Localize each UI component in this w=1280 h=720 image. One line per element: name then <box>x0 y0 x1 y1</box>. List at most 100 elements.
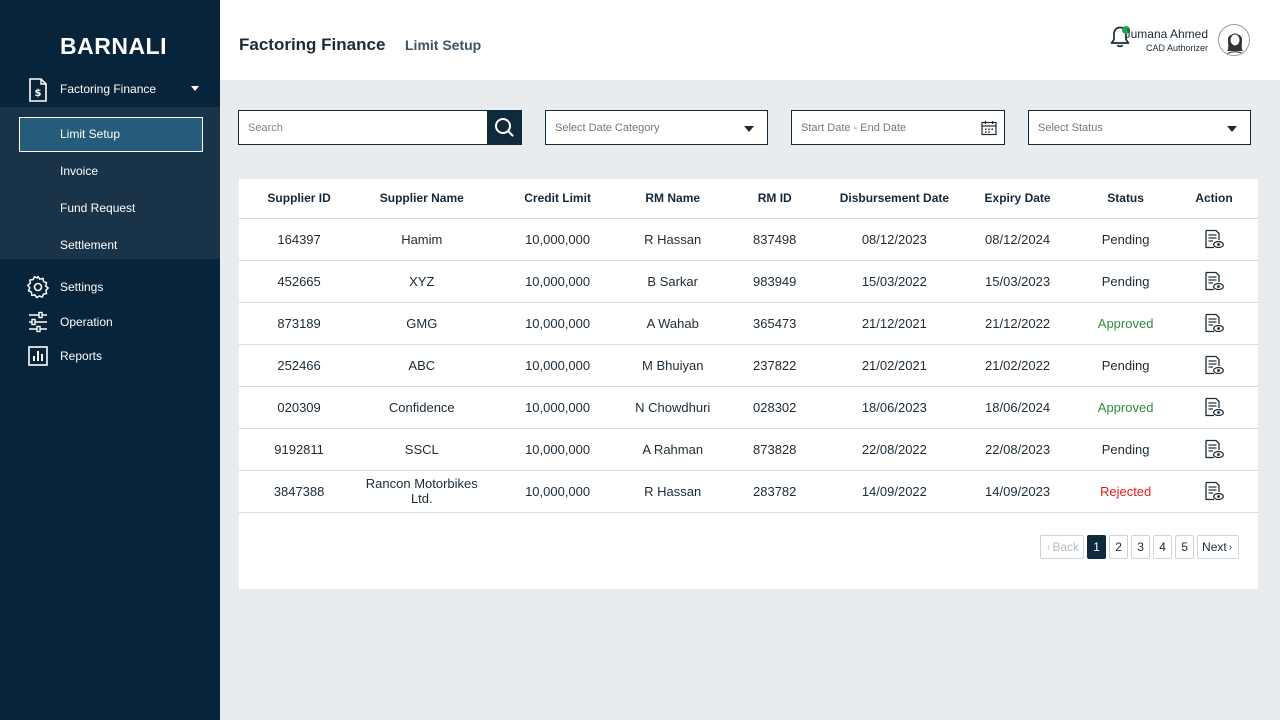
calendar-icon <box>981 121 997 136</box>
page-button-3[interactable]: 3 <box>1131 535 1151 559</box>
cell-status: Pending <box>1081 260 1171 303</box>
col-expiry-date[interactable]: Expiry Date <box>953 179 1082 219</box>
cell-rm-name: R Hassan <box>630 218 715 261</box>
page-title: Factoring Finance <box>239 35 386 54</box>
cell-supplier-name: XYZ <box>359 260 485 303</box>
col-rm-name[interactable]: RM Name <box>630 179 715 219</box>
view-document-icon[interactable] <box>1204 355 1224 375</box>
limit-table-panel: Supplier ID Supplier Name Credit Limit R… <box>239 179 1258 589</box>
cell-action <box>1170 218 1258 261</box>
cell-action <box>1170 302 1258 345</box>
sidebar-item-label: Settings <box>60 280 104 294</box>
sidebar-item-operation[interactable]: Operation <box>0 307 220 337</box>
cell-status: Pending <box>1081 218 1171 261</box>
page-button-2[interactable]: 2 <box>1109 535 1129 559</box>
sliders-icon <box>29 311 47 333</box>
cell-disbursement-date: 22/08/2022 <box>834 428 954 471</box>
cell-supplier-name: GMG <box>359 302 485 345</box>
user-avatar-icon <box>1225 33 1245 55</box>
submenu-factoring-finance: Limit Setup Invoice Fund Request Settlem… <box>0 107 220 259</box>
sidebar-item-limit-setup[interactable]: Limit Setup <box>19 117 203 152</box>
limit-setup-table: Supplier ID Supplier Name Credit Limit R… <box>239 179 1258 513</box>
cell-action <box>1170 344 1258 387</box>
sidebar-item-fund-request[interactable]: Fund Request <box>60 201 135 215</box>
cell-status: Rejected <box>1081 470 1171 513</box>
view-document-icon[interactable] <box>1204 481 1224 501</box>
cell-expiry-date: 15/03/2023 <box>953 260 1082 303</box>
cell-expiry-date: 21/12/2022 <box>953 302 1082 345</box>
cell-action <box>1170 428 1258 471</box>
table-row: 164397 Hamim 10,000,000 R Hassan 837498 08/12… <box>239 218 1258 261</box>
sidebar-item-label: Reports <box>60 349 103 363</box>
avatar[interactable] <box>1218 24 1250 56</box>
sidebar-item-label: Operation <box>60 315 113 329</box>
col-rm-id[interactable]: RM ID <box>714 179 835 219</box>
sidebar-item-settings[interactable]: Settings <box>0 272 220 302</box>
view-document-icon[interactable] <box>1204 313 1224 333</box>
cell-status: Pending <box>1081 428 1171 471</box>
page-button-5[interactable]: 5 <box>1175 535 1195 559</box>
col-supplier-id[interactable]: Supplier ID <box>239 179 360 219</box>
cell-action <box>1170 470 1258 513</box>
brand-logo: BARNALI <box>60 33 167 59</box>
cell-disbursement-date: 18/06/2023 <box>834 386 954 429</box>
cell-status: Approved <box>1081 386 1171 429</box>
table-row: 3847388 Rancon Motorbikes Ltd. 10,000,000 R… <box>239 470 1258 513</box>
sidebar-section-label: Factoring Finance <box>60 82 157 96</box>
user-role: CAD Authorizer <box>1145 43 1208 53</box>
view-document-icon[interactable] <box>1204 229 1224 249</box>
chevron-right-icon: › <box>1228 541 1233 553</box>
page-button-1[interactable]: 1 <box>1087 535 1107 559</box>
breadcrumb: Limit Setup <box>405 37 482 53</box>
date-range-picker[interactable]: Start Date - End Date <box>791 110 1005 145</box>
col-supplier-name[interactable]: Supplier Name <box>359 179 485 219</box>
cell-supplier-id: 9192811 <box>239 428 360 471</box>
cell-rm-id: 873828 <box>714 428 835 471</box>
search-button[interactable] <box>487 111 521 144</box>
cell-disbursement-date: 21/02/2021 <box>834 344 954 387</box>
cell-expiry-date: 08/12/2024 <box>953 218 1082 261</box>
chevron-left-icon: ‹ <box>1047 541 1051 553</box>
cell-rm-name: A Wahab <box>630 302 715 345</box>
sidebar-item-reports[interactable]: Reports <box>0 341 220 371</box>
cell-supplier-id: 873189 <box>239 302 360 345</box>
view-document-icon[interactable] <box>1204 397 1224 417</box>
search-input[interactable] <box>239 111 488 144</box>
cell-supplier-id: 452665 <box>239 260 360 303</box>
sidebar-section-factoring-finance[interactable]: $ Factoring Finance <box>0 74 220 106</box>
col-status[interactable]: Status <box>1081 179 1171 219</box>
cell-credit-limit: 10,000,000 <box>484 470 631 513</box>
table-header-row: Supplier ID Supplier Name Credit Limit R… <box>239 179 1258 219</box>
sidebar-item-invoice[interactable]: Invoice <box>60 164 98 178</box>
table-row: 873189 GMG 10,000,000 A Wahab 365473 21/12/20… <box>239 302 1258 345</box>
col-credit-limit[interactable]: Credit Limit <box>484 179 631 219</box>
table-row: 9192811 SSCL 10,000,000 A Rahman 873828 22/08… <box>239 428 1258 471</box>
cell-credit-limit: 10,000,000 <box>484 386 631 429</box>
cell-supplier-id: 020309 <box>239 386 360 429</box>
cell-rm-id: 837498 <box>714 218 835 261</box>
cell-rm-id: 983949 <box>714 260 835 303</box>
date-category-select[interactable]: Select Date Category <box>545 110 768 145</box>
status-value: Select Status <box>1038 122 1103 134</box>
col-disbursement-date[interactable]: Disbursement Date <box>834 179 954 219</box>
cell-supplier-id: 3847388 <box>239 470 360 513</box>
cell-credit-limit: 10,000,000 <box>484 428 631 471</box>
view-document-icon[interactable] <box>1204 439 1224 459</box>
next-label: Next <box>1202 540 1227 554</box>
top-header: Factoring Finance Limit Setup Jumana Ahm… <box>220 0 1280 80</box>
cell-supplier-name: SSCL <box>359 428 485 471</box>
status-select[interactable]: Select Status <box>1028 110 1251 145</box>
caret-down-icon <box>1227 126 1237 132</box>
pagination-next-button[interactable]: Next › <box>1197 535 1240 559</box>
cell-disbursement-date: 14/09/2022 <box>834 470 954 513</box>
cell-rm-id: 237822 <box>714 344 835 387</box>
cell-supplier-name: Hamim <box>359 218 485 261</box>
cell-status: Pending <box>1081 344 1171 387</box>
page-button-4[interactable]: 4 <box>1153 535 1173 559</box>
document-money-icon: $ <box>29 78 47 102</box>
cell-credit-limit: 10,000,000 <box>484 218 631 261</box>
sidebar-item-settlement[interactable]: Settlement <box>60 238 117 252</box>
chevron-down-icon[interactable] <box>191 86 199 91</box>
pagination-back-button[interactable]: ‹ Back <box>1040 535 1085 559</box>
view-document-icon[interactable] <box>1204 271 1224 291</box>
